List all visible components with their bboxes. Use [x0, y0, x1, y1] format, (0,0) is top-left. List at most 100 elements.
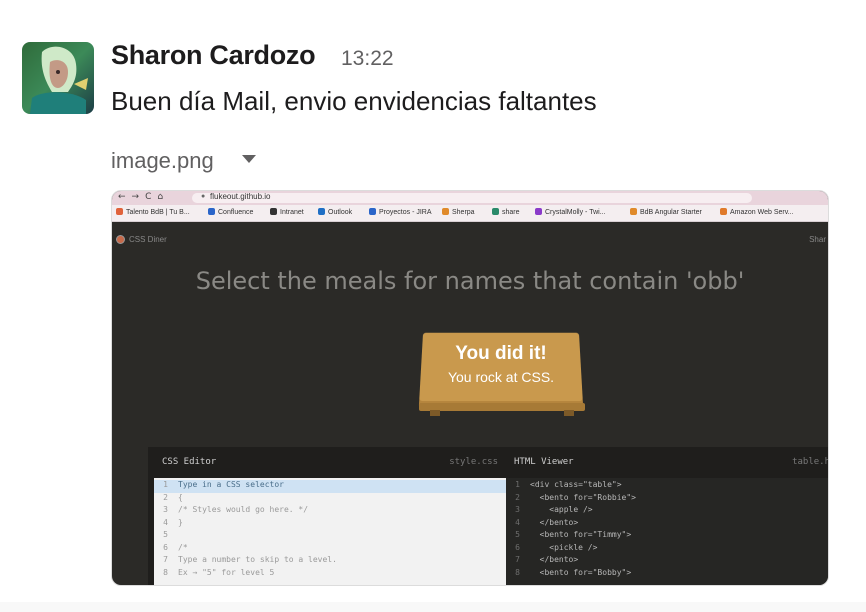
message-text: Buen día Mail, envio envidencias faltant… — [111, 86, 597, 116]
code-line: 5 — [154, 530, 506, 543]
line-number: 3 — [515, 505, 520, 514]
line-number: 2 — [515, 492, 520, 502]
html-viewer-header: HTML Viewer table.h — [506, 447, 829, 477]
css-editor-panel: CSS Editor style.css enter 1Type in a CS… — [148, 447, 506, 585]
code-text: <bento for="Timmy"> — [530, 530, 632, 539]
success-title: You did it! — [455, 343, 547, 364]
code-line: 8 <bento for="Bobby"> — [506, 567, 828, 581]
table-leg — [430, 410, 440, 416]
css-editor-body[interactable]: enter 1Type in a CSS selector2{3/* Style… — [154, 478, 506, 585]
bookmark-item: Talento BdB | Tu B... — [116, 208, 190, 216]
code-line: 1 Type in a CSS selector — [154, 480, 506, 493]
html-viewer-filename: table.h — [792, 457, 829, 467]
css-editor-title: CSS Editor — [162, 457, 217, 467]
bookmark-icon — [318, 208, 325, 215]
code-text: </bento> — [530, 517, 579, 527]
code-text: { — [178, 492, 183, 502]
bookmark-icon — [492, 208, 499, 215]
line-number: 5 — [163, 530, 168, 539]
bookmark-item: Proyectos - JIRA — [369, 208, 432, 216]
bookmark-item: CrystalMolly - Twi... — [535, 208, 606, 216]
code-line: 7 </bento> — [506, 555, 828, 568]
share-text: Shar — [809, 235, 826, 244]
html-viewer-panel: HTML Viewer table.h 1 <div class="table">… — [506, 447, 829, 585]
bookmark-label: Sherpa — [452, 209, 475, 216]
code-text: /* Styles would go here. */ — [178, 505, 309, 514]
attachment-filename[interactable]: image.png — [111, 148, 214, 174]
css-editor-header: CSS Editor style.css — [148, 447, 506, 477]
code-line: 4} — [154, 518, 506, 531]
bookmarks-bar: Talento BdB | Tu B... Confluence Intranet O… — [112, 205, 828, 222]
line-number: 6 — [163, 542, 168, 552]
avatar-image — [22, 42, 94, 114]
line-number: 2 — [163, 492, 168, 502]
success-subtitle: You rock at CSS. — [447, 369, 555, 385]
bookmark-icon — [270, 208, 277, 215]
code-text: /* — [178, 542, 188, 552]
attachment-image-preview[interactable]: ←→C⌂ ● flukeout.github.io Talento BdB | … — [111, 190, 829, 586]
line-number: 7 — [163, 555, 168, 564]
bookmark-label: Outlook — [328, 209, 353, 216]
bookmark-item: Sherpa — [442, 208, 475, 216]
code-text: </bento> — [530, 555, 579, 564]
browser-address-bar — [192, 193, 752, 203]
code-line: 7 Type a number to skip to a level. — [154, 555, 506, 568]
line-number: 1 — [163, 480, 168, 489]
code-line: 3 /* Styles would go here. */ — [154, 505, 506, 518]
line-number: 4 — [163, 517, 168, 527]
code-text: <apple /> — [530, 505, 593, 514]
css-editor-filename: style.css — [449, 457, 498, 467]
line-number: 4 — [515, 517, 520, 527]
code-line: 3 <apple /> — [506, 505, 828, 518]
code-line: 2 <bento for="Robbie"> — [506, 492, 828, 506]
code-text: <pickle /> — [530, 542, 598, 552]
browser-nav-icons: ←→C⌂ — [118, 192, 170, 202]
bookmark-label: BdB Angular Starter — [640, 209, 702, 216]
code-line: 6 <pickle /> — [506, 542, 828, 556]
line-number: 8 — [163, 567, 168, 577]
bookmark-label: Talento BdB | Tu B... — [126, 209, 190, 216]
bookmark-item: Intranet — [270, 208, 304, 216]
level-instruction: Select the meals for names that contain … — [195, 267, 745, 295]
code-text: Type in a CSS selector — [178, 480, 284, 489]
table-leg — [564, 410, 574, 416]
bookmark-label: Intranet — [280, 209, 304, 216]
code-text: <div class="table"> — [530, 480, 622, 489]
code-line: 4 </bento> — [506, 517, 828, 531]
code-line: 1 <div class="table"> — [506, 480, 828, 493]
css-diner-logo — [116, 235, 125, 244]
attachment-dropdown-icon[interactable] — [242, 155, 256, 163]
code-text: <bento for="Robbie"> — [530, 492, 636, 502]
bookmark-icon — [369, 208, 376, 215]
message-author[interactable]: Sharon Cardozo — [111, 40, 316, 71]
code-line: 5 <bento for="Timmy"> — [506, 530, 828, 543]
bookmark-item: Amazon Web Serv... — [720, 208, 794, 216]
code-line: 6 /* — [154, 543, 506, 556]
code-line: 8 Ex → "5" for level 5 — [154, 568, 506, 581]
table-edge — [419, 403, 585, 411]
line-number: 1 — [515, 480, 520, 489]
bookmark-item: Outlook — [318, 208, 352, 216]
avatar[interactable] — [22, 42, 94, 114]
line-number: 8 — [515, 567, 520, 577]
line-number: 3 — [163, 505, 168, 514]
bookmark-label: Amazon Web Serv... — [730, 209, 794, 216]
browser-toolbar: ←→C⌂ ● flukeout.github.io — [112, 191, 828, 205]
bookmark-icon — [208, 208, 215, 215]
bookmark-label: Proyectos - JIRA — [379, 209, 432, 216]
line-number: 6 — [515, 542, 520, 552]
bookmark-label: share — [502, 209, 520, 216]
code-line: 2{ — [154, 493, 506, 506]
css-diner-title: CSS Diner — [129, 235, 167, 244]
message-footer-divider — [0, 602, 866, 612]
line-number: 5 — [515, 530, 520, 539]
bookmark-label: Confluence — [218, 209, 254, 216]
bookmark-icon — [720, 208, 727, 215]
code-text: Type a number to skip to a level. — [178, 555, 337, 564]
bookmark-item: BdB Angular Starter — [630, 208, 702, 216]
bookmark-icon — [442, 208, 449, 215]
message-timestamp[interactable]: 13:22 — [341, 47, 394, 71]
bookmark-item: share — [492, 208, 520, 216]
bookmark-item: Confluence — [208, 208, 253, 216]
browser-url: flukeout.github.io — [210, 192, 271, 201]
